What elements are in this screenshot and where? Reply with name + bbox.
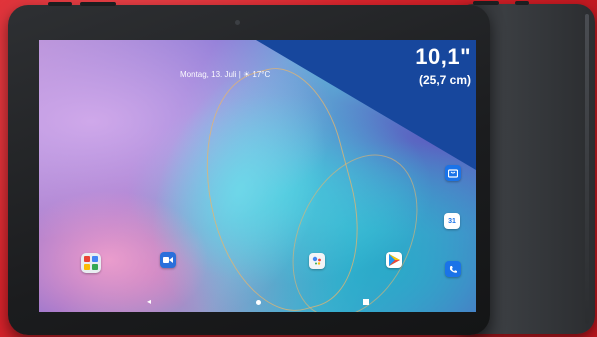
tablet-screen: 10,1" (25,7 cm) Montag, 13. Juli | ☀ 17°… xyxy=(39,40,476,312)
phone-icon[interactable] xyxy=(445,261,461,277)
front-camera xyxy=(235,20,240,25)
rear-edge xyxy=(585,14,589,324)
rear-volume-button xyxy=(515,1,529,5)
power-button xyxy=(48,2,72,6)
nav-back-icon[interactable]: ◂ xyxy=(147,297,151,306)
store-icon[interactable] xyxy=(445,165,461,181)
tablet-front: 10,1" (25,7 cm) Montag, 13. Juli | ☀ 17°… xyxy=(8,2,490,335)
date-weather-widget[interactable]: Montag, 13. Juli | ☀ 17°C xyxy=(180,70,270,79)
google-assistant-icon[interactable] xyxy=(309,253,325,269)
nav-home-button[interactable] xyxy=(256,300,261,305)
screen-size-inches: 10,1" xyxy=(415,44,471,69)
rear-power-button xyxy=(473,1,499,5)
folder-icon[interactable] xyxy=(81,253,101,273)
calendar-day: 31 xyxy=(448,217,456,225)
volume-button xyxy=(80,2,116,6)
nav-recents-button[interactable] xyxy=(363,299,369,305)
screen-size-cm: (25,7 cm) xyxy=(418,73,471,87)
play-store-icon[interactable] xyxy=(386,252,402,268)
calendar-icon[interactable]: 31 xyxy=(444,213,460,229)
video-camera-icon[interactable] xyxy=(160,252,176,268)
